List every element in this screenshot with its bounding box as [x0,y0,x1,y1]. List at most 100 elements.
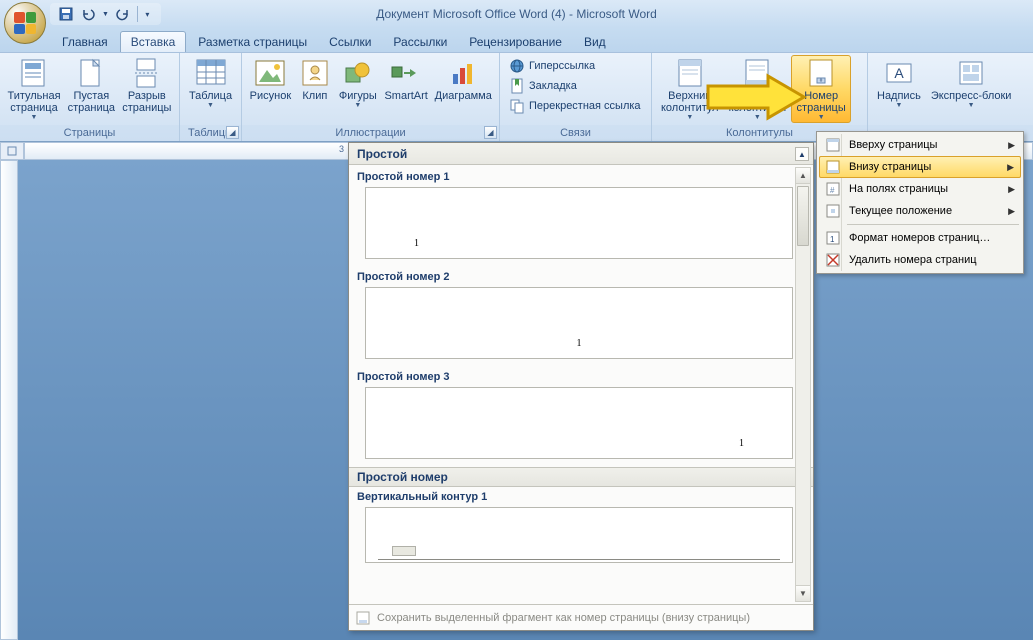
page-margins-icon: # [823,179,843,199]
gallery-footer[interactable]: Сохранить выделенный фрагмент как номер … [349,604,813,630]
group-illustrations-label: Иллюстрации◢ [242,125,499,141]
submenu-arrow-icon: ▶ [1008,206,1015,217]
gallery-item-label: Вертикальный контур 1 [355,487,795,505]
gallery-item-preview-1[interactable]: 1 [365,187,793,259]
shapes-label: Фигуры [339,90,377,102]
group-tables: Таблица ▼ Таблицы◢ [180,53,242,141]
group-text: A Надпись ▼ Экспресс-блоки ▼ [868,53,1033,141]
tab-insert[interactable]: Вставка [120,31,187,52]
group-links-label: Связи [500,125,651,141]
gallery-body: Простой номер 1 1 Простой номер 2 1 Прос… [349,165,813,604]
submenu-arrow-icon: ▶ [1007,162,1014,173]
collapse-up-icon[interactable]: ▲ [795,147,809,161]
blank-page-icon [75,57,107,89]
cover-page-button[interactable]: Титульная страница ▼ [4,55,64,123]
picture-icon [254,57,286,89]
picture-button[interactable]: Рисунок [246,55,295,104]
gallery-item-label: Простой номер 2 [355,267,795,285]
gallery-item-label: Простой номер 3 [355,367,795,385]
cover-page-label: Титульная страница [7,90,60,114]
cross-reference-button[interactable]: Перекрестная ссылка [506,97,644,115]
scroll-thumb[interactable] [797,186,809,246]
menu-bottom-of-page[interactable]: Внизу страницы ▶ [819,156,1021,178]
scroll-down-icon[interactable]: ▼ [796,585,810,601]
qat-customize-icon[interactable]: ▾ [137,6,153,22]
menu-top-of-page[interactable]: Вверху страницы ▶ [819,134,1021,156]
table-label: Таблица [189,90,232,102]
menu-current-position[interactable]: Текущее положение ▶ [819,200,1021,222]
ruler-corner [0,142,24,160]
gallery-category-header-2: Простой номер [349,467,813,487]
save-icon[interactable] [58,6,74,22]
tab-view[interactable]: Вид [574,32,616,52]
smartart-button[interactable]: SmartArt [381,55,432,104]
gallery-scrollbar[interactable]: ▲ ▼ [795,167,811,602]
hyperlink-button[interactable]: Гиперссылка [506,57,644,75]
gallery-item-preview-3[interactable]: 1 [365,387,793,459]
vertical-ruler[interactable] [0,160,18,640]
dialog-launcher-icon[interactable]: ◢ [484,126,497,139]
cover-page-icon [18,57,50,89]
menu-item-label: Удалить номера страниц [849,254,977,266]
page-number-menu: Вверху страницы ▶ Внизу страницы ▶ # На … [816,131,1024,274]
chevron-down-icon: ▼ [895,102,902,109]
chart-button[interactable]: Диаграмма [431,55,495,104]
group-pages: Титульная страница ▼ Пустая страница Раз… [0,53,180,141]
bookmark-label: Закладка [529,80,577,92]
chevron-down-icon: ▼ [818,114,825,121]
chevron-down-icon: ▼ [968,102,975,109]
dialog-launcher-icon[interactable]: ◢ [226,126,239,139]
preview-page-number: 1 [739,438,744,449]
gallery-item-preview-2[interactable]: 1 [365,287,793,359]
tab-review[interactable]: Рецензирование [459,32,572,52]
chevron-down-icon: ▼ [31,114,38,121]
shapes-icon [342,57,374,89]
ribbon-tabs: Главная Вставка Разметка страницы Ссылки… [0,28,1033,52]
group-links: Гиперссылка Закладка Перекрестная ссылка… [500,53,652,141]
ruler-marker: 3 [339,144,344,154]
undo-icon[interactable] [80,6,96,22]
svg-text:1: 1 [830,235,835,244]
redo-icon[interactable] [115,6,131,22]
table-icon [195,57,227,89]
page-number-gallery: Простой ▲ Простой номер 1 1 Простой номе… [348,142,814,631]
preview-page-number: 1 [414,238,419,249]
blank-page-button[interactable]: Пустая страница [64,55,119,116]
page-break-label: Разрыв страницы [122,90,171,114]
page-break-icon [131,57,163,89]
bookmark-button[interactable]: Закладка [506,77,644,95]
picture-label: Рисунок [250,90,292,102]
table-button[interactable]: Таблица ▼ [184,55,237,111]
undo-dropdown-icon[interactable]: ▼ [102,11,109,18]
tab-page-layout[interactable]: Разметка страницы [188,32,317,52]
text-box-button[interactable]: A Надпись ▼ [872,55,926,111]
clip-button[interactable]: Клип [295,55,335,104]
menu-item-label: Текущее положение [849,205,952,217]
shapes-button[interactable]: Фигуры ▼ [335,55,381,111]
text-box-label: Надпись [877,90,921,102]
tab-mailings[interactable]: Рассылки [383,32,457,52]
svg-text:#: # [820,78,823,84]
hyperlink-icon [509,58,525,74]
menu-remove-numbers[interactable]: Удалить номера страниц [819,249,1021,271]
quick-parts-button[interactable]: Экспресс-блоки ▼ [926,55,1017,111]
tab-home[interactable]: Главная [52,32,118,52]
menu-format-numbers[interactable]: 1 Формат номеров страниц… [819,227,1021,249]
menu-page-margins[interactable]: # На полях страницы ▶ [819,178,1021,200]
office-button[interactable] [4,2,46,44]
remove-numbers-icon [823,250,843,270]
quick-parts-icon [955,57,987,89]
preview-rule [378,559,780,560]
hyperlink-label: Гиперссылка [529,60,595,72]
page-break-button[interactable]: Разрыв страницы [119,55,175,116]
scroll-up-icon[interactable]: ▲ [796,168,810,184]
smartart-label: SmartArt [384,90,427,102]
menu-item-label: Формат номеров страниц… [849,232,990,244]
gallery-item-preview-4[interactable] [365,507,793,563]
header-icon [674,57,706,89]
tab-references[interactable]: Ссылки [319,32,381,52]
chart-icon [447,57,479,89]
gallery-category-header: Простой ▲ [349,143,813,165]
svg-text:#: # [830,186,835,195]
text-box-icon: A [883,57,915,89]
